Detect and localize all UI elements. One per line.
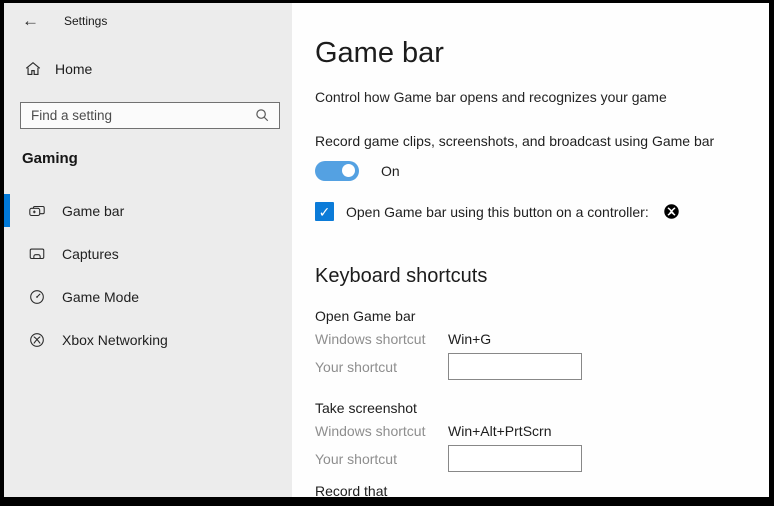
settings-window: ← Settings Home [4, 3, 769, 497]
xbox-networking-icon [28, 331, 46, 349]
titlebar: ← Settings [4, 3, 292, 29]
sidebar-item-xbox-networking[interactable]: Xbox Networking [4, 318, 292, 361]
sidebar-item-label: Captures [62, 246, 119, 262]
your-shortcut-label: Your shortcut [315, 359, 448, 375]
sidebar-item-home[interactable]: Home [24, 60, 292, 78]
shortcut-group-name: Take screenshot [315, 400, 749, 416]
sidebar-item-label: Game Mode [62, 289, 139, 305]
captures-icon [28, 245, 46, 263]
sidebar-nav: Game bar Captures [4, 189, 292, 361]
search-box [20, 102, 280, 129]
sidebar-item-game-mode[interactable]: Game Mode [4, 275, 292, 318]
windows-shortcut-label: Windows shortcut [315, 331, 448, 347]
your-shortcut-row: Your shortcut [315, 353, 749, 380]
shortcut-group-name: Open Game bar [315, 308, 749, 324]
screenshot-frame: ← Settings Home [0, 0, 774, 506]
search-input[interactable] [31, 108, 255, 123]
page-subtitle: Control how Game bar opens and recognize… [315, 89, 749, 105]
game-bar-icon [28, 202, 46, 220]
sidebar: ← Settings Home [4, 3, 292, 497]
your-shortcut-row: Your shortcut [315, 445, 749, 472]
sidebar-item-game-bar[interactable]: Game bar [4, 189, 292, 232]
record-toggle-row: On [315, 161, 749, 181]
page-title: Game bar [315, 37, 749, 70]
search-icon[interactable] [255, 108, 270, 123]
app-title: Settings [64, 14, 107, 28]
toggle-state-label: On [381, 163, 400, 179]
sidebar-home-label: Home [55, 61, 92, 77]
game-mode-icon [28, 288, 46, 306]
toggle-knob-icon [342, 164, 355, 177]
record-toggle[interactable] [315, 161, 359, 181]
windows-shortcut-value: Win+Alt+PrtScrn [448, 423, 749, 439]
windows-shortcut-row: Windows shortcut Win+Alt+PrtScrn [315, 421, 749, 441]
xbox-nexus-icon [663, 203, 680, 220]
keyboard-shortcuts-heading: Keyboard shortcuts [315, 265, 749, 288]
controller-checkbox-label: Open Game bar using this button on a con… [346, 204, 649, 220]
windows-shortcut-value: Win+G [448, 331, 749, 347]
take-screenshot-shortcut-input[interactable] [448, 445, 582, 472]
your-shortcut-label: Your shortcut [315, 451, 448, 467]
main-content: Game bar Control how Game bar opens and … [292, 3, 769, 497]
sidebar-section-gaming: Gaming [22, 150, 292, 167]
record-setting-label: Record game clips, screenshots, and broa… [315, 133, 749, 149]
back-icon[interactable]: ← [22, 12, 42, 29]
shortcut-group-name: Record that [315, 483, 749, 497]
controller-checkbox[interactable]: ✓ [315, 202, 334, 221]
sidebar-item-label: Game bar [62, 203, 124, 219]
open-game-bar-shortcut-input[interactable] [448, 353, 582, 380]
home-icon [24, 60, 42, 78]
sidebar-item-label: Xbox Networking [62, 332, 168, 348]
controller-checkbox-row: ✓ Open Game bar using this button on a c… [315, 202, 749, 221]
windows-shortcut-label: Windows shortcut [315, 423, 448, 439]
windows-shortcut-row: Windows shortcut Win+G [315, 329, 749, 349]
sidebar-item-captures[interactable]: Captures [4, 232, 292, 275]
